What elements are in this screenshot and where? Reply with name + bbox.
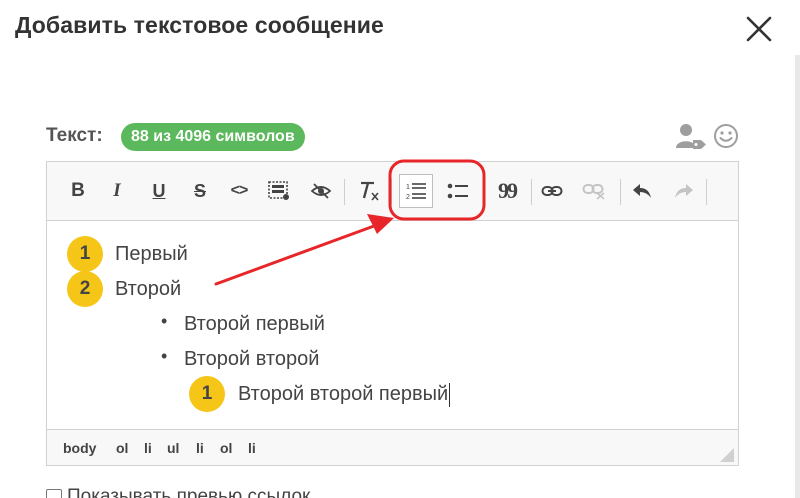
close-icon <box>746 16 772 42</box>
list-item: Первый <box>115 243 188 265</box>
path-item-li[interactable]: li <box>144 440 152 456</box>
mention-user-button[interactable] <box>675 122 707 150</box>
link-preview-checkbox[interactable] <box>46 488 62 498</box>
dialog: Добавить текстовое сообщение Текст: 88 и… <box>0 0 800 498</box>
toolbar-separator <box>391 179 392 205</box>
scrollbar[interactable] <box>795 55 800 498</box>
unordered-list-icon <box>447 183 468 199</box>
strikethrough-icon: S <box>193 180 206 201</box>
editor-toolbar: B I U S <> 1 2 99 <box>47 162 738 221</box>
text-caret <box>449 382 451 407</box>
path-item-li[interactable]: li <box>196 440 204 456</box>
undo-icon <box>633 184 651 198</box>
undo-button[interactable] <box>625 174 659 208</box>
list-bullet: • <box>161 311 168 331</box>
emoji-button[interactable] <box>713 123 739 149</box>
spoiler-block-button[interactable] <box>262 174 296 208</box>
unlink-icon <box>582 184 605 200</box>
link-preview-option[interactable]: Показывать превью ссылок <box>46 486 310 498</box>
toolbar-separator <box>483 179 484 205</box>
list-item: Второй второй <box>184 348 320 370</box>
quote-button[interactable]: 99 <box>490 174 524 208</box>
toolbar-separator <box>620 179 621 205</box>
dialog-title: Добавить текстовое сообщение <box>15 12 384 38</box>
redo-icon <box>675 184 693 198</box>
list-item: Второй <box>115 278 182 300</box>
insert-link-button[interactable] <box>535 174 569 208</box>
editor-content-area[interactable]: 1 Первый 2 Второй • Второй первый • Втор… <box>47 221 738 429</box>
strikethrough-button[interactable]: S <box>183 174 217 208</box>
toolbar-separator <box>344 179 345 205</box>
code-button[interactable]: <> <box>222 174 256 208</box>
underline-icon: U <box>152 180 166 201</box>
eye-slash-icon <box>310 183 332 199</box>
path-item-ul[interactable]: ul <box>167 440 179 456</box>
list-item: Второй первый <box>184 313 325 335</box>
hide-button[interactable] <box>304 174 338 208</box>
text-label: Текст: <box>46 125 103 146</box>
list-bullet: • <box>161 346 168 366</box>
remove-format-button[interactable] <box>352 174 386 208</box>
smiley-icon <box>714 124 738 148</box>
user-tag-icon <box>676 124 706 149</box>
unordered-list-button[interactable] <box>441 174 475 208</box>
underline-button[interactable]: U <box>142 174 176 208</box>
link-icon <box>541 186 563 196</box>
ordered-list-icon: 1 2 <box>406 183 426 201</box>
element-path-bar: body ol li ul li ol li <box>47 429 738 465</box>
code-icon: <> <box>230 182 249 199</box>
redo-button[interactable] <box>667 174 701 208</box>
path-item-ol[interactable]: ol <box>220 440 232 456</box>
bold-icon: B <box>71 180 85 201</box>
list-marker-badge: 2 <box>67 271 103 307</box>
link-preview-label: Показывать превью ссылок <box>67 486 311 498</box>
toolbar-separator <box>531 179 532 205</box>
close-button[interactable] <box>742 12 776 46</box>
list-marker-badge: 1 <box>67 236 103 272</box>
remove-link-button[interactable] <box>577 174 611 208</box>
block-icon <box>268 181 289 200</box>
svg-text:1: 1 <box>406 184 410 191</box>
path-item-li[interactable]: li <box>248 440 256 456</box>
path-item-body[interactable]: body <box>63 440 96 456</box>
clear-format-icon <box>361 181 379 201</box>
list-marker-badge: 1 <box>189 376 225 412</box>
ordered-list-button[interactable]: 1 2 <box>399 174 433 208</box>
quote-icon: 99 <box>498 178 518 203</box>
resize-grip-icon[interactable] <box>720 448 734 462</box>
rich-text-editor: B I U S <> 1 2 99 1 Первый 2 Второй • Вт… <box>46 161 739 466</box>
toolbar-separator <box>706 179 707 205</box>
character-counter-badge: 88 из 4096 символов <box>121 123 305 151</box>
path-item-ol[interactable]: ol <box>116 440 128 456</box>
italic-button[interactable]: I <box>100 174 134 208</box>
italic-icon: I <box>113 180 121 201</box>
bold-button[interactable]: B <box>61 174 95 208</box>
list-item-text: Второй второй первый <box>238 383 449 405</box>
list-item: Второй второй первый <box>238 379 451 409</box>
svg-text:2: 2 <box>406 194 410 201</box>
